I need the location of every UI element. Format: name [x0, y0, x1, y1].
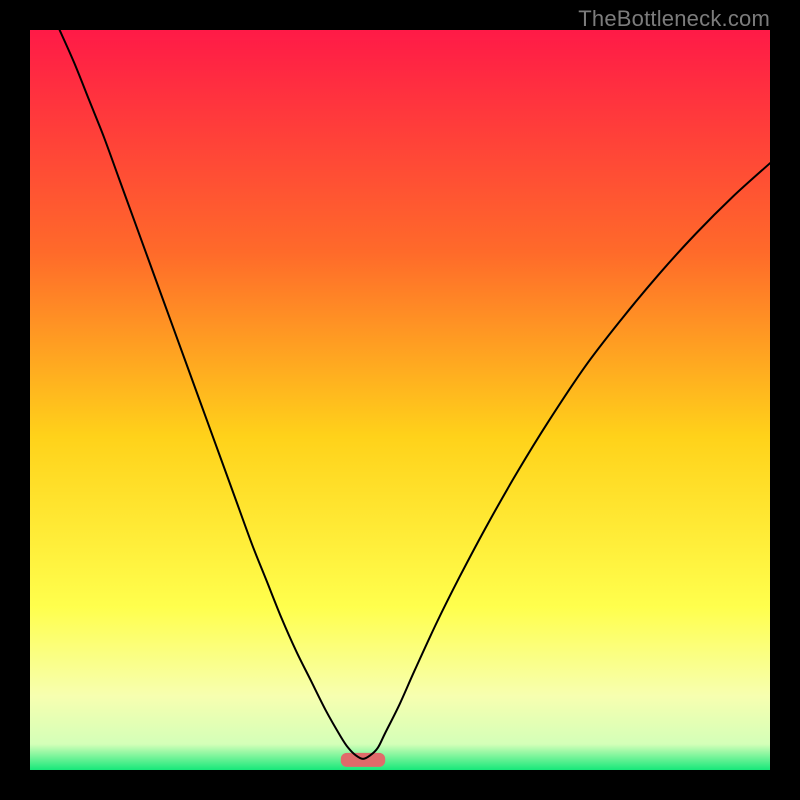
gradient-background	[30, 30, 770, 770]
watermark-text: TheBottleneck.com	[578, 6, 770, 32]
bottleneck-chart	[30, 30, 770, 770]
chart-frame	[30, 30, 770, 770]
